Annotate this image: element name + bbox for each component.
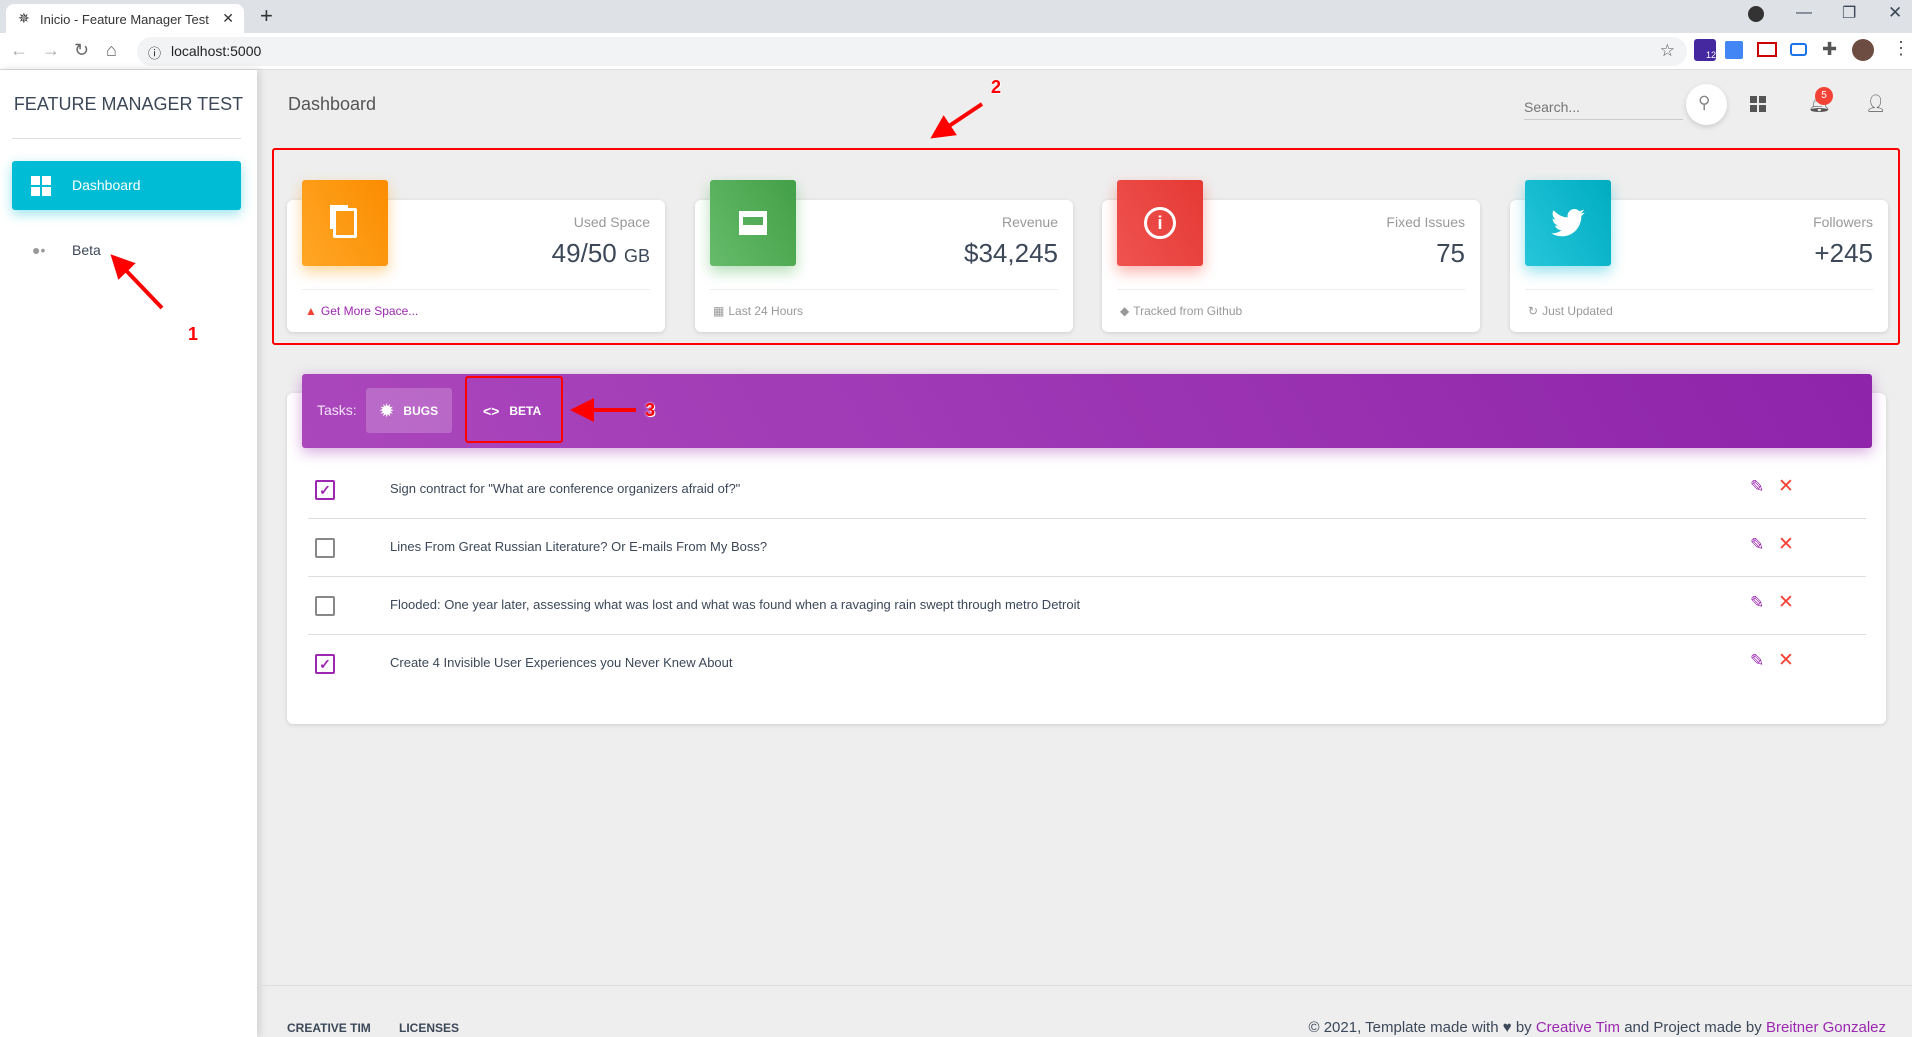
sidebar-item-label: Dashboard [72,177,141,193]
task-checkbox[interactable]: ✓ [315,654,335,674]
close-tab-icon[interactable]: ✕ [222,10,234,27]
task-row: Lines From Great Russian Literature? Or … [308,519,1866,577]
task-text: Sign contract for "What are conference o… [390,481,741,496]
notification-badge: 5 [1815,87,1833,105]
url-field[interactable]: ⓘ localhost:5000 ☆ [137,37,1687,66]
sidebar-item-beta[interactable]: ●• Beta [12,230,241,270]
apps-grid-icon[interactable] [1750,96,1766,112]
edit-icon[interactable]: ✎ [1750,477,1764,497]
creative-tim-link[interactable]: Creative Tim [1536,1019,1620,1036]
edit-icon[interactable]: ✎ [1750,535,1764,555]
edit-icon[interactable]: ✎ [1750,593,1764,613]
copyright: © 2021, Template made with ♥ by Creative… [1309,1019,1887,1036]
tab-label: BUGS [403,403,439,418]
task-row: Flooded: One year later, assessing what … [308,577,1866,635]
forward-icon[interactable]: → [42,40,60,61]
copyright-text: by [1515,1019,1532,1036]
annotation-box-beta-tab [465,376,563,443]
home-icon[interactable]: ⌂ [106,40,117,61]
close-window-icon[interactable]: ✕ [1888,3,1902,23]
copyright-text: © 2021, Template made with [1308,1019,1499,1036]
sidebar-item-label: Beta [72,242,101,258]
screen-capture-icon[interactable] [1790,43,1807,56]
reload-icon[interactable]: ↻ [74,40,89,61]
extension-icon[interactable]: 12 [1694,39,1716,61]
bookmark-star-icon[interactable]: ☆ [1660,41,1675,61]
info-icon: ⓘ [148,46,162,61]
sidebar-item-dashboard[interactable]: Dashboard [12,161,241,210]
remove-icon[interactable]: ✕ [1778,649,1794,672]
task-text: Create 4 Invisible User Experiences you … [390,655,733,670]
copyright-text: and Project made by [1624,1019,1762,1036]
task-row: ✓ Create 4 Invisible User Experiences yo… [308,635,1866,693]
url-text: localhost:5000 [171,43,262,59]
task-checkbox[interactable] [315,596,335,616]
user-account-icon[interactable]: 👤︎ [1865,94,1887,114]
page-title: Dashboard [288,94,377,114]
new-tab-icon[interactable]: + [260,3,273,29]
search-input[interactable] [1524,90,1683,120]
sidebar: FEATURE MANAGER TEST Dashboard ●• Beta [0,70,257,1037]
task-text: Flooded: One year later, assessing what … [390,597,1081,612]
annotation-label-3: 3 [645,400,656,420]
tasks-label: Tasks: [317,402,357,418]
annotation-box-stats [272,148,1900,345]
tab-bugs[interactable]: ✹ BUGS [366,388,453,433]
extensions-puzzle-icon[interactable]: ✚ [1822,39,1837,60]
back-icon[interactable]: ← [10,40,28,61]
brand-title: FEATURE MANAGER TEST [13,94,244,114]
browser-menu-icon[interactable]: ⋮ [1892,38,1910,59]
profile-menu-icon[interactable] [1748,6,1764,22]
author-link[interactable]: Breitner Gonzalez [1766,1019,1886,1036]
task-row: ✓ Sign contract for "What are conference… [308,461,1866,519]
task-checkbox[interactable] [315,538,335,558]
annotation-arrow-2 [930,102,984,139]
avatar[interactable] [1852,39,1874,61]
footer-link-creative-tim[interactable]: CREATIVE TIM [287,1021,371,1035]
divider [12,138,241,139]
bug-icon: ✹ [380,402,394,420]
footer-link-licenses[interactable]: LICENSES [399,1021,459,1035]
tab-title: Inicio - Feature Manager Test [40,12,209,27]
bubble-chart-icon: ●• [32,242,46,258]
browser-tab[interactable]: ✵ Inicio - Feature Manager Test ✕ [6,4,244,33]
remove-icon[interactable]: ✕ [1778,475,1794,498]
remove-icon[interactable]: ✕ [1778,533,1794,556]
browser-tab-bar: ✵ Inicio - Feature Manager Test ✕ + — ❐ … [0,0,1912,33]
heart-icon: ♥ [1502,1019,1512,1036]
edit-icon[interactable]: ✎ [1750,651,1764,671]
extension-badge: 12 [1705,50,1716,60]
task-checkbox[interactable]: ✓ [315,480,335,500]
remove-icon[interactable]: ✕ [1778,591,1794,614]
search-button[interactable]: ⚲ [1686,84,1727,125]
translate-icon[interactable] [1725,41,1743,59]
annotation-label-2: 2 [991,77,1002,97]
dashboard-icon [31,176,51,196]
task-text: Lines From Great Russian Literature? Or … [390,539,768,554]
restore-icon[interactable]: ❐ [1842,3,1856,23]
address-bar: ← → ↻ ⌂ ⓘ localhost:5000 ☆ 12 ✚ ⋮ [0,33,1912,70]
minimize-icon[interactable]: — [1796,4,1812,22]
footer-divider [257,985,1912,986]
search-icon: ⚲ [1698,93,1711,112]
favicon-icon: ✵ [18,10,30,26]
annotation-label-1: 1 [188,324,199,344]
vm-extension-icon[interactable] [1757,42,1777,57]
